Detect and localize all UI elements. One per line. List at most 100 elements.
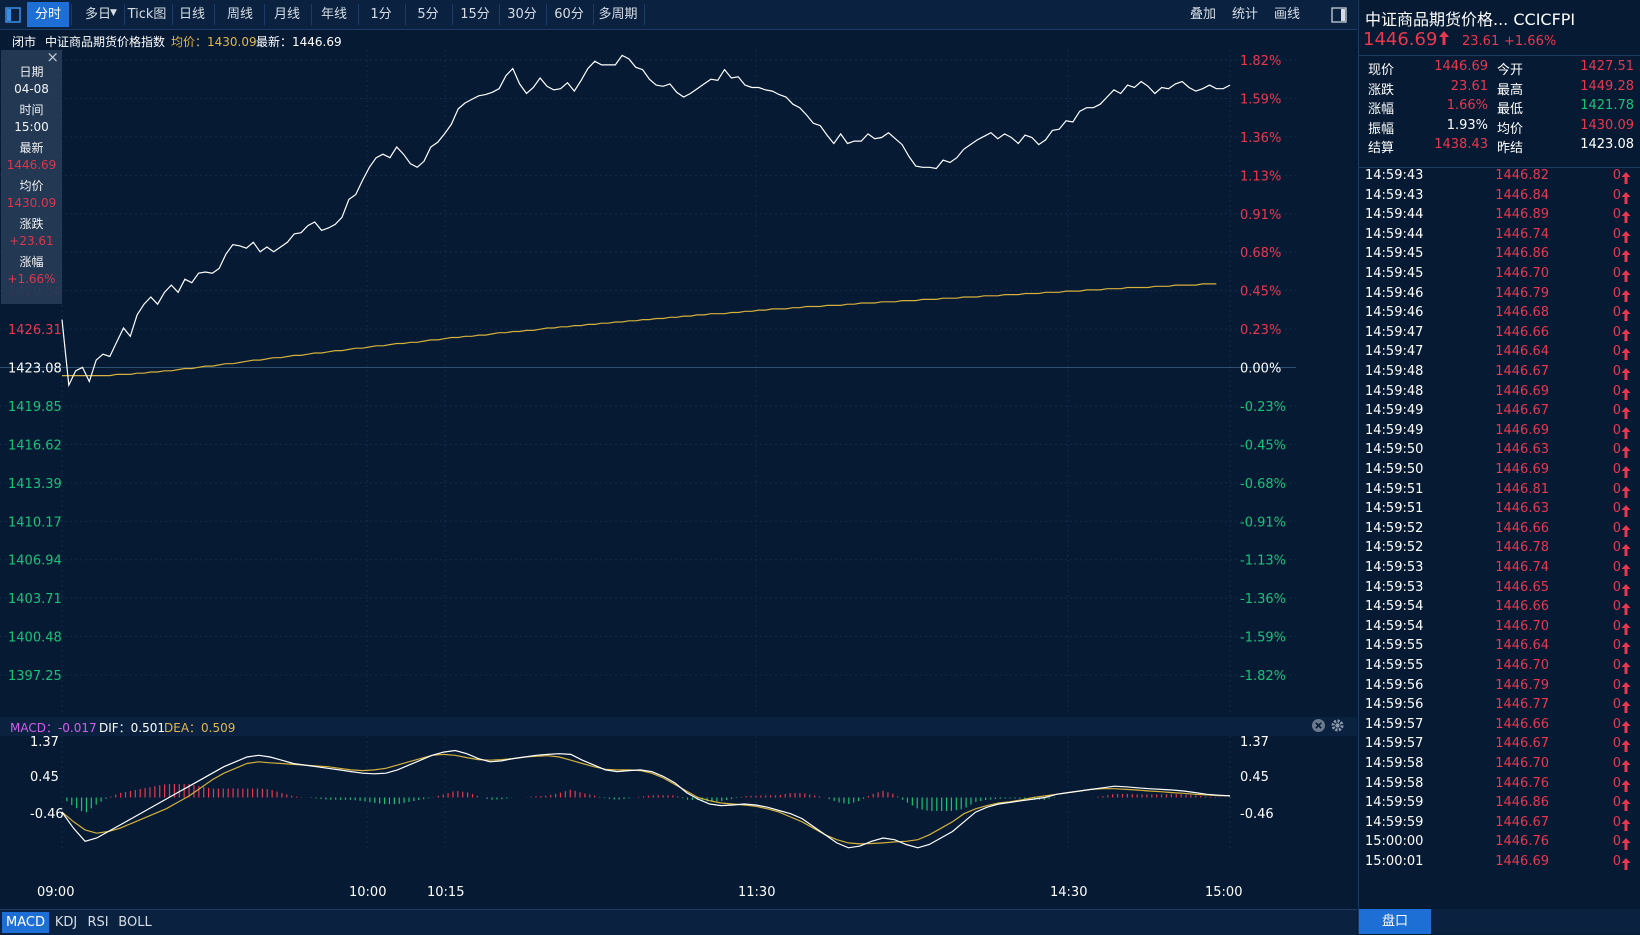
tick-time: 14:59:53	[1365, 560, 1424, 575]
tick-volume: 0	[1612, 305, 1621, 321]
tick-price: 1446.89	[1495, 207, 1549, 223]
tick-row: 14:59:43 1446.82 0	[1359, 168, 1640, 188]
up-arrow-icon	[1621, 384, 1637, 405]
tick-volume: 0	[1612, 638, 1621, 654]
tick-time: 14:59:50	[1365, 442, 1424, 458]
tab-30min[interactable]: 30分	[500, 2, 544, 27]
intraday-price-chart[interactable]: 1429.541426.311423.081419.851416.621413.…	[0, 50, 1357, 715]
tick-row: 14:59:51 1446.81 0	[1359, 482, 1640, 502]
tick-price: 1446.63	[1495, 501, 1549, 517]
statistics-button[interactable]: 统计	[1226, 2, 1264, 27]
up-arrow-icon	[1621, 717, 1637, 738]
overlay-button[interactable]: 叠加	[1184, 2, 1222, 27]
macd-y-tick-label-right: -0.46	[1240, 807, 1274, 822]
tick-time: 14:59:47	[1365, 344, 1424, 360]
tab-60min[interactable]: 60分	[547, 2, 591, 27]
tick-time: 14:59:58	[1365, 756, 1424, 771]
up-arrow-icon	[1621, 560, 1637, 581]
macd-y-tick-label: 1.37	[30, 736, 59, 750]
tick-volume: 0	[1612, 481, 1621, 497]
tick-price: 1446.63	[1495, 442, 1549, 458]
tick-price: 1446.69	[1495, 383, 1549, 399]
tick-price: 1446.67	[1495, 736, 1549, 752]
tick-volume: 0	[1612, 834, 1621, 850]
panel-toggle-icon[interactable]	[1328, 2, 1350, 27]
market-status: 闭市	[12, 35, 37, 49]
tick-price: 1446.82	[1495, 168, 1549, 183]
tab-15min[interactable]: 15分	[453, 2, 497, 27]
macd-y-tick-label-right: 1.37	[1240, 736, 1269, 750]
tab-1min[interactable]: 1分	[359, 2, 403, 27]
time-axis-label: 10:00	[349, 885, 386, 900]
up-arrow-icon	[1621, 815, 1637, 836]
tick-volume: 0	[1612, 540, 1621, 556]
tick-volume: 0	[1612, 364, 1621, 379]
tick-volume: 0	[1612, 442, 1621, 458]
y-axis-tick-label: 1410.17	[8, 515, 62, 530]
tick-time: 14:59:58	[1365, 775, 1424, 791]
tick-row: 14:59:47 1446.66 0	[1359, 325, 1640, 345]
tab-monthly[interactable]: 月线	[265, 2, 309, 27]
tick-row: 14:59:44 1446.74 0	[1359, 227, 1640, 247]
tick-volume: 0	[1612, 187, 1621, 203]
tick-row: 14:59:45 1446.86 0	[1359, 246, 1640, 266]
tick-price: 1446.76	[1495, 834, 1549, 850]
chevron-down-icon[interactable]: ▼	[110, 8, 117, 18]
y-axis-pct-label: 0.91%	[1240, 208, 1281, 223]
up-arrow-icon	[1621, 266, 1637, 287]
tab-tick[interactable]: Tick图	[124, 2, 170, 27]
tooltip-pct-label: 涨幅	[19, 255, 44, 269]
quote-label: 振幅	[1368, 121, 1395, 137]
tick-price: 1446.67	[1495, 403, 1549, 419]
up-arrow-icon	[1621, 403, 1637, 424]
tab-multi-period[interactable]: 多周期	[594, 2, 642, 27]
y-axis-tick-label: 1406.94	[8, 554, 62, 569]
tick-time: 14:59:49	[1365, 422, 1424, 438]
tick-row: 14:59:53 1446.74 0	[1359, 560, 1640, 580]
settings-gear-icon[interactable]	[1330, 718, 1345, 736]
up-arrow-icon	[1621, 697, 1637, 718]
tab-5min[interactable]: 5分	[406, 2, 450, 27]
quote-value: 1427.51	[1580, 59, 1634, 74]
sidebar-toggle-icon[interactable]	[2, 2, 24, 27]
y-axis-pct-label: -0.91%	[1240, 515, 1286, 530]
tick-row: 14:59:57 1446.67 0	[1359, 736, 1640, 756]
tick-time: 14:59:45	[1365, 246, 1424, 262]
tick-price: 1446.69	[1495, 462, 1549, 477]
tab-rsi[interactable]: RSI	[83, 912, 113, 933]
tab-weekly[interactable]: 周线	[218, 2, 262, 27]
up-arrow-icon	[1621, 423, 1637, 444]
tick-time: 14:59:46	[1365, 305, 1424, 321]
draw-line-button[interactable]: 画线	[1268, 2, 1306, 27]
tab-boll[interactable]: BOLL	[115, 912, 155, 933]
tick-time: 14:59:44	[1365, 207, 1424, 223]
tick-price: 1446.79	[1495, 677, 1549, 693]
tab-order-book[interactable]: 盘口	[1359, 909, 1431, 934]
tick-time: 14:59:44	[1365, 226, 1424, 242]
tick-row: 14:59:48 1446.67 0	[1359, 364, 1640, 384]
tick-row: 14:59:47 1446.64 0	[1359, 344, 1640, 364]
up-arrow-icon	[1621, 227, 1637, 248]
tab-yearly[interactable]: 年线	[312, 2, 356, 27]
price-change-pct: +1.66%	[1504, 34, 1557, 49]
tab-daily[interactable]: 日线	[172, 2, 212, 27]
up-arrow-icon	[1621, 776, 1637, 797]
tick-price: 1446.68	[1495, 305, 1549, 321]
tick-time: 15:00:01	[1365, 854, 1424, 869]
macd-chart[interactable]: 1.37 1.37 0.45 0.45 -0.46 -0.46 09:00 10:00 10:1…	[0, 736, 1357, 909]
tick-volume: 0	[1612, 795, 1621, 811]
tick-time: 14:59:59	[1365, 814, 1424, 830]
y-axis-pct-label: 1.36%	[1240, 131, 1281, 146]
up-arrow-icon	[1621, 619, 1637, 640]
tick-time: 14:59:55	[1365, 638, 1424, 654]
tick-price: 1446.70	[1495, 618, 1549, 634]
chart-info-bar: 闭市 中证商品期货价格指数 均价：1430.09 最新：1446.69	[0, 30, 1357, 50]
macd-y-tick-label: -0.46	[30, 807, 64, 822]
tab-macd[interactable]: MACD	[2, 912, 49, 933]
tab-kdj[interactable]: KDJ	[51, 912, 81, 933]
up-arrow-icon	[1621, 658, 1637, 679]
close-indicator-icon[interactable]	[1311, 718, 1326, 736]
tick-row: 14:59:52 1446.66 0	[1359, 521, 1640, 541]
tick-price: 1446.64	[1495, 344, 1549, 360]
tab-intraday[interactable]: 分时	[27, 2, 69, 27]
